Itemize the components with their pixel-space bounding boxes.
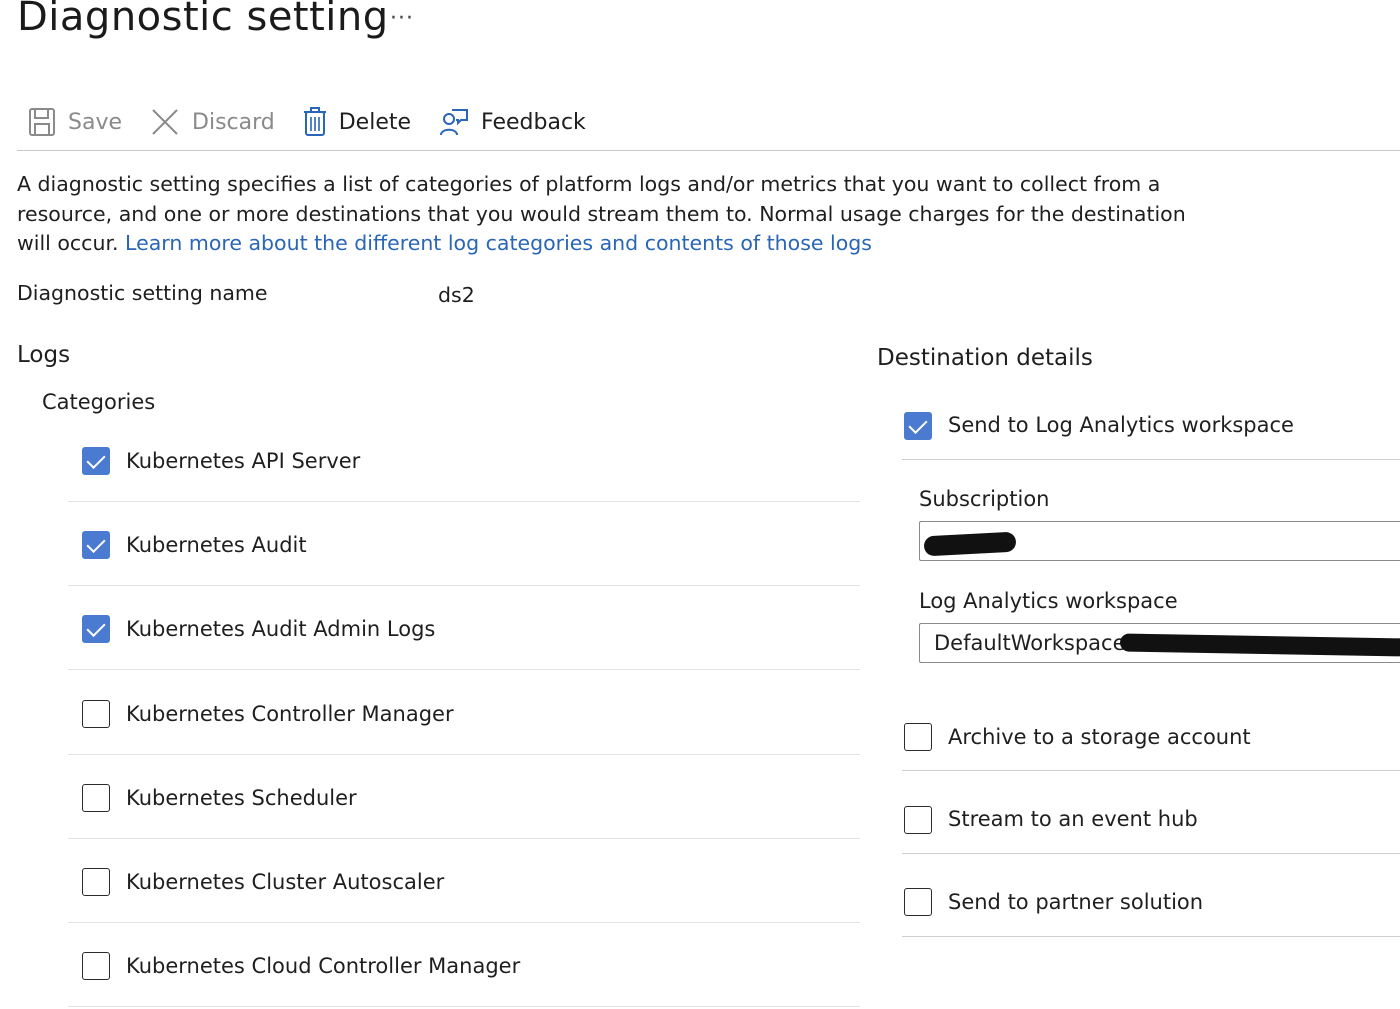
category-row-controller-manager: Kubernetes Controller Manager (68, 670, 860, 755)
destination-divider (902, 853, 1400, 854)
discard-label: Discard (192, 109, 275, 135)
category-row-audit: Kubernetes Audit (68, 501, 860, 586)
trash-icon (303, 107, 326, 136)
setting-name-label: Diagnostic setting name (17, 281, 268, 305)
partner-checkbox[interactable] (904, 888, 932, 916)
log-analytics-checkbox[interactable] (904, 412, 932, 440)
category-label: Kubernetes Cluster Autoscaler (126, 870, 445, 894)
save-icon (29, 108, 55, 136)
category-row-api-server: Kubernetes API Server (68, 417, 860, 502)
subscription-label: Subscription (919, 487, 1050, 511)
redaction-mark (1119, 633, 1400, 657)
logs-heading: Logs (17, 342, 71, 368)
category-row-audit-admin: Kubernetes Audit Admin Logs (68, 585, 860, 670)
workspace-value: DefaultWorkspace-3 (934, 631, 1147, 655)
event-hub-checkbox[interactable] (904, 806, 932, 834)
category-checkbox[interactable] (82, 615, 110, 643)
category-checkbox[interactable] (82, 868, 110, 896)
category-label: Kubernetes Audit (126, 533, 307, 557)
discard-button[interactable]: Discard (150, 107, 275, 137)
destination-heading: Destination details (877, 345, 1093, 371)
destination-divider (902, 770, 1400, 771)
category-label: Kubernetes Audit Admin Logs (126, 617, 436, 641)
destination-divider (902, 459, 1400, 460)
category-row-cloud-controller-manager: Kubernetes Cloud Controller Manager (68, 922, 860, 1007)
category-row-scheduler: Kubernetes Scheduler (68, 754, 860, 839)
command-bar: Save Discard Delete Feedback (28, 100, 614, 144)
category-label: Kubernetes Controller Manager (126, 702, 454, 726)
feedback-icon (440, 109, 469, 136)
storage-label: Archive to a storage account (948, 725, 1251, 749)
workspace-label: Log Analytics workspace (919, 589, 1178, 613)
event-hub-label: Stream to an event hub (948, 807, 1198, 831)
save-button[interactable]: Save (28, 107, 122, 137)
category-checkbox[interactable] (82, 952, 110, 980)
feedback-label: Feedback (481, 109, 586, 135)
category-label: Kubernetes Scheduler (126, 786, 357, 810)
partner-label: Send to partner solution (948, 890, 1204, 914)
log-analytics-label: Send to Log Analytics workspace (948, 413, 1294, 437)
category-checkbox[interactable] (82, 700, 110, 728)
description: A diagnostic setting specifies a list of… (17, 170, 1207, 259)
redaction-mark (923, 531, 1017, 557)
save-label: Save (68, 109, 123, 135)
workspace-select[interactable]: DefaultWorkspace-3 (919, 623, 1400, 663)
toolbar-divider (17, 150, 1400, 151)
category-label: Kubernetes API Server (126, 449, 361, 473)
learn-more-link[interactable]: Learn more about the different log categ… (125, 231, 872, 255)
category-checkbox[interactable] (82, 531, 110, 559)
category-checkbox[interactable] (82, 784, 110, 812)
category-checkbox[interactable] (82, 447, 110, 475)
category-row-cluster-autoscaler: Kubernetes Cluster Autoscaler (68, 838, 860, 923)
subscription-select[interactable] (919, 521, 1400, 561)
close-icon (152, 109, 178, 135)
storage-checkbox[interactable] (904, 723, 932, 751)
feedback-button[interactable]: Feedback (439, 107, 586, 137)
delete-button[interactable]: Delete (303, 107, 411, 137)
setting-name-value: ds2 (438, 283, 475, 307)
category-label: Kubernetes Cloud Controller Manager (126, 954, 521, 978)
delete-label: Delete (338, 109, 412, 135)
destination-divider (902, 936, 1400, 937)
categories-heading: Categories (42, 390, 156, 414)
page-title: Diagnostic setting (17, 0, 389, 40)
more-options-button[interactable]: ··· (390, 6, 414, 31)
